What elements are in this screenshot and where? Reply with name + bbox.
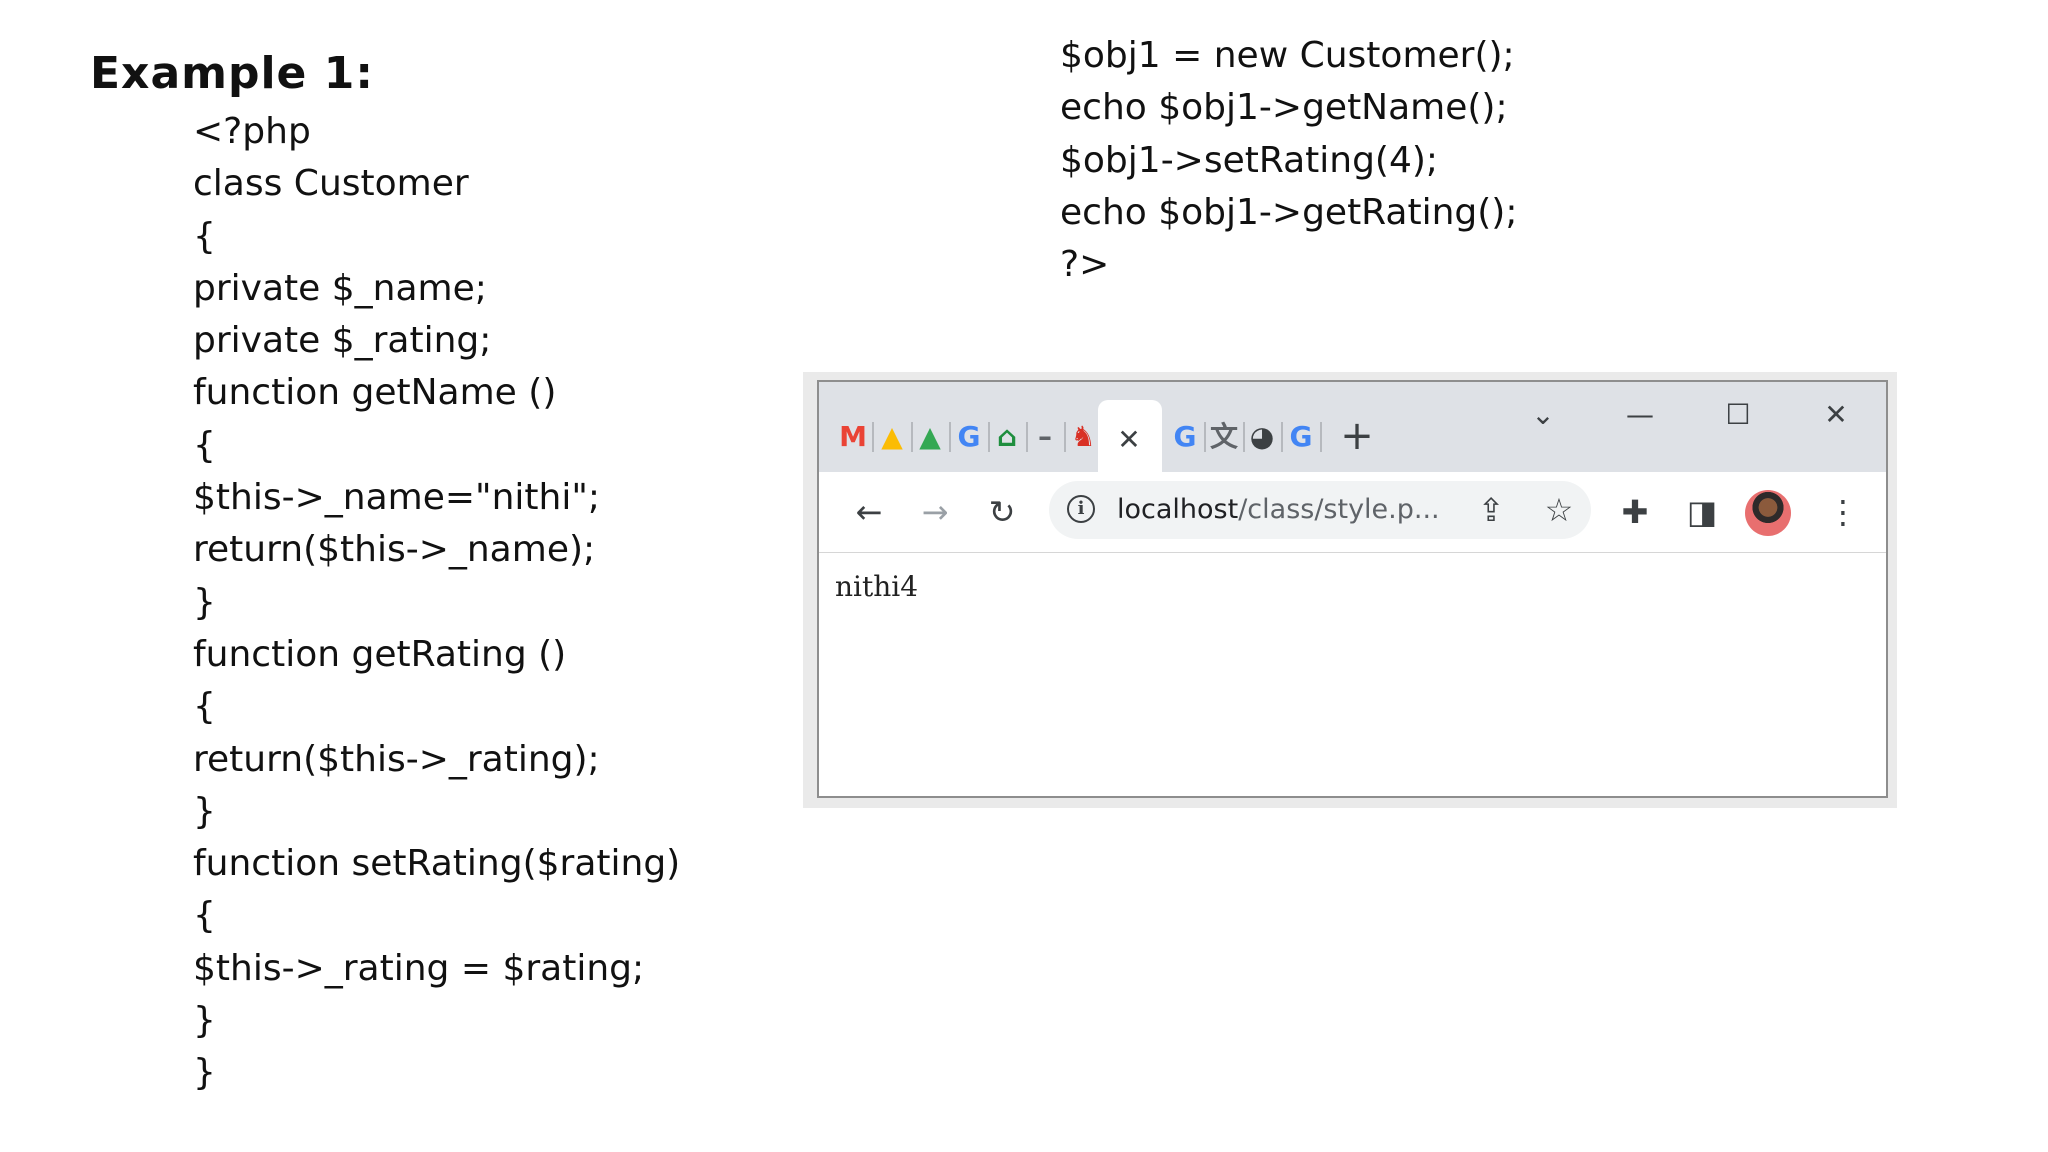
- code-line: {: [193, 215, 216, 257]
- google-favicon-3[interactable]: G: [1287, 420, 1315, 454]
- gmail-favicon[interactable]: M: [839, 420, 867, 454]
- classroom-favicon[interactable]: ⌂: [993, 420, 1021, 454]
- tab-separator: [911, 422, 913, 452]
- slide-title: Example 1:: [90, 48, 374, 99]
- tab-separator: [949, 422, 951, 452]
- tab-separator: [988, 422, 990, 452]
- translate-favicon[interactable]: 文: [1210, 420, 1238, 454]
- tab-close-icon[interactable]: ✕: [1109, 420, 1149, 460]
- code-line: function getName (): [193, 372, 557, 414]
- reload-icon[interactable]: ↻: [982, 492, 1022, 532]
- google-favicon-2[interactable]: G: [1171, 420, 1199, 454]
- url-host: localhost: [1117, 494, 1239, 525]
- code-line: ?>: [1060, 244, 1110, 286]
- code-line: function setRating($rating): [193, 843, 681, 885]
- window-close-icon[interactable]: ✕: [1806, 392, 1866, 438]
- google-favicon[interactable]: G: [955, 420, 983, 454]
- tab-separator: [1204, 422, 1206, 452]
- tab-separator: [1320, 422, 1322, 452]
- browser-toolbar: ← → ↻ i localhost/class/style.p... ⇪ ☆ ✚…: [819, 472, 1886, 553]
- code-line: $this->_rating = $rating;: [193, 947, 645, 989]
- back-arrow-icon[interactable]: ←: [849, 492, 889, 532]
- code-line: <?php: [193, 111, 311, 152]
- url-path: /class/style.p...: [1238, 494, 1440, 525]
- code-line: }: [193, 1000, 216, 1042]
- code-line: $obj1->setRating(4);: [1060, 139, 1439, 181]
- code-line: $this->_name="nithi";: [193, 477, 601, 519]
- code-line: echo $obj1->getName();: [1060, 87, 1508, 129]
- browser-window: M ▲ ▲ G ⌂ – ♞ ✕ G 文 ◕ G + ⌄ — ☐ ✕ ← → ↻ i localho…: [817, 380, 1888, 798]
- tab-search-icon[interactable]: ⌄: [1513, 392, 1573, 438]
- browser-menu-icon[interactable]: ⋮: [1823, 492, 1863, 532]
- code-line: {: [193, 424, 216, 466]
- code-line: }: [193, 790, 216, 832]
- site-info-icon[interactable]: i: [1067, 495, 1095, 523]
- code-line: }: [193, 1052, 216, 1094]
- code-line: private $_rating;: [193, 320, 492, 362]
- window-maximize-icon[interactable]: ☐: [1708, 392, 1768, 438]
- red-figure-favicon[interactable]: ♞: [1069, 420, 1097, 454]
- drive-favicon[interactable]: ▲: [878, 420, 906, 454]
- window-minimize-icon[interactable]: —: [1610, 392, 1670, 438]
- code-line: {: [193, 895, 216, 937]
- code-line: return($this->_rating);: [193, 738, 600, 780]
- drive-favicon-2[interactable]: ▲: [916, 420, 944, 454]
- code-line: function getRating (): [193, 633, 567, 675]
- php-class-code: <?php class Customer { private $_name; p…: [193, 106, 680, 1100]
- extensions-puzzle-icon[interactable]: ✚: [1615, 492, 1655, 532]
- new-tab-icon[interactable]: +: [1337, 416, 1377, 456]
- code-line: }: [193, 581, 216, 623]
- tab-separator: [1026, 422, 1028, 452]
- bookmark-star-icon[interactable]: ☆: [1539, 490, 1579, 530]
- side-panel-icon[interactable]: ◨: [1682, 492, 1722, 532]
- code-line: {: [193, 686, 216, 728]
- code-line: class Customer: [193, 163, 469, 205]
- php-usage-code: $obj1 = new Customer(); echo $obj1->getN…: [1060, 30, 1517, 291]
- minimize-favicon[interactable]: –: [1031, 420, 1059, 454]
- code-line: private $_name;: [193, 267, 487, 309]
- globe-favicon[interactable]: ◕: [1248, 420, 1276, 454]
- address-url[interactable]: localhost/class/style.p...: [1117, 481, 1440, 539]
- page-output-text: nithi4: [835, 570, 919, 603]
- share-icon[interactable]: ⇪: [1471, 490, 1511, 530]
- code-line: $obj1 = new Customer();: [1060, 35, 1515, 76]
- tab-separator: [1281, 422, 1283, 452]
- code-line: return($this->_name);: [193, 529, 596, 571]
- tab-separator: [1243, 422, 1245, 452]
- forward-arrow-icon[interactable]: →: [915, 492, 955, 532]
- tab-separator: [1064, 422, 1066, 452]
- address-bar[interactable]: i localhost/class/style.p... ⇪ ☆: [1049, 481, 1591, 539]
- tab-separator: [872, 422, 874, 452]
- tab-strip: M ▲ ▲ G ⌂ – ♞ ✕ G 文 ◕ G + ⌄ — ☐ ✕: [819, 382, 1886, 474]
- code-line: echo $obj1->getRating();: [1060, 191, 1518, 233]
- profile-avatar[interactable]: [1745, 490, 1791, 536]
